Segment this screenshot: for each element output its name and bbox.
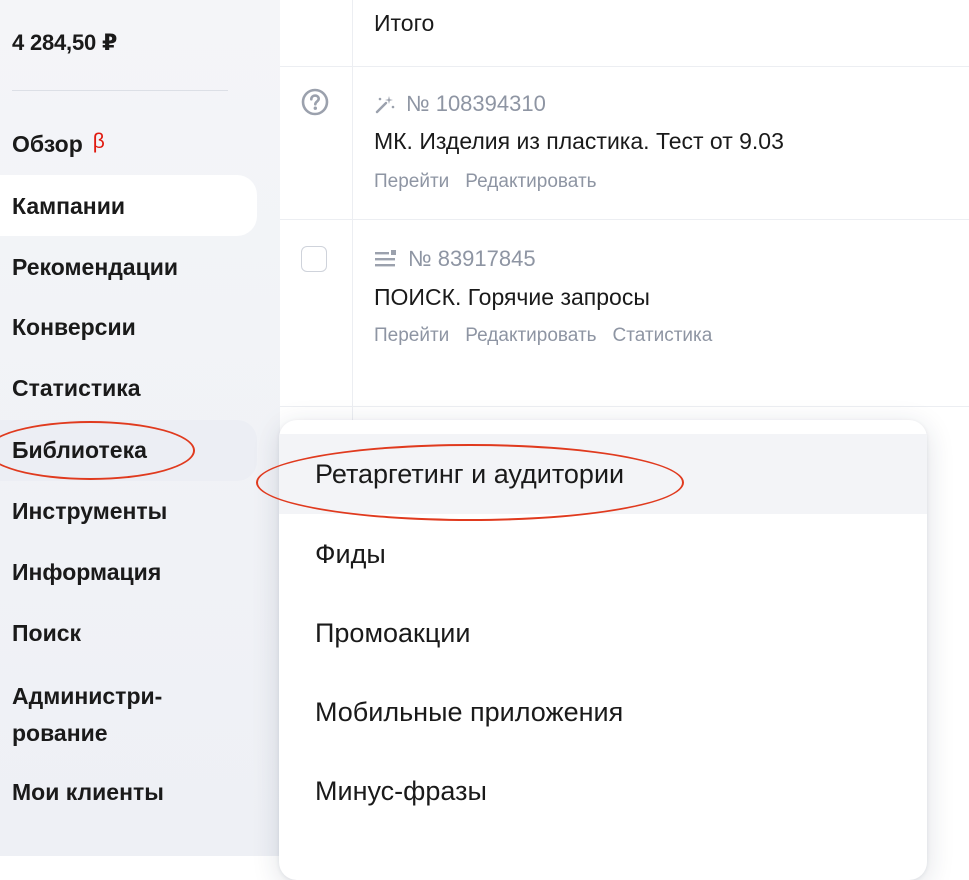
question-circle-icon[interactable] bbox=[301, 88, 329, 116]
sidebar-item-label: Мои клиенты bbox=[12, 779, 164, 805]
sidebar-item-label: рование bbox=[12, 720, 108, 746]
sidebar-divider bbox=[12, 90, 228, 91]
sidebar-item-label: Инструменты bbox=[12, 498, 168, 524]
campaign-number-text: № 83917845 bbox=[408, 246, 536, 271]
sidebar-item-library[interactable]: Библиотека bbox=[12, 435, 147, 465]
campaign-name[interactable]: МК. Изделия из пластика. Тест от 9.03 bbox=[374, 128, 784, 155]
sidebar-item-overview[interactable]: Обзор β bbox=[12, 129, 105, 161]
sidebar-item-statistics[interactable]: Статистика bbox=[12, 373, 141, 403]
sidebar-item-label: Кампании bbox=[12, 193, 125, 219]
sidebar-item-campaigns[interactable]: Кампании bbox=[12, 191, 125, 221]
sidebar-item-label: Администри- bbox=[12, 683, 163, 709]
account-balance: 4 284,50 ₽ bbox=[12, 30, 118, 55]
library-dropdown-menu: Ретаргетинг и аудитории Фиды Промоакции … bbox=[279, 420, 927, 880]
campaign-actions: Перейти Редактировать Статистика bbox=[374, 325, 712, 347]
sidebar-item-conversions[interactable]: Конверсии bbox=[12, 312, 136, 342]
menu-item-retargeting[interactable]: Ретаргетинг и аудитории bbox=[279, 434, 927, 514]
go-to-link[interactable]: Перейти bbox=[374, 325, 449, 347]
menu-item-mobile-apps[interactable]: Мобильные приложения bbox=[279, 672, 927, 752]
go-to-link[interactable]: Перейти bbox=[374, 171, 449, 193]
sidebar-item-label: Библиотека bbox=[12, 437, 147, 463]
sidebar-item-label: Обзор bbox=[12, 131, 83, 157]
statistics-link[interactable]: Статистика bbox=[613, 325, 713, 347]
sidebar-item-tools[interactable]: Инструменты bbox=[12, 496, 167, 526]
edit-link[interactable]: Редактировать bbox=[465, 325, 596, 347]
sidebar-item-label: Статистика bbox=[12, 375, 141, 401]
sidebar-item-label: Поиск bbox=[12, 620, 82, 646]
menu-item-feeds[interactable]: Фиды bbox=[279, 514, 927, 594]
sidebar-item-administration[interactable]: Администри- рование bbox=[12, 678, 162, 752]
sidebar-item-information[interactable]: Информация bbox=[12, 557, 161, 587]
campaign-actions: Перейти Редактировать bbox=[374, 171, 597, 193]
row-divider bbox=[280, 66, 969, 67]
sidebar-item-my-clients[interactable]: Мои клиенты bbox=[12, 777, 164, 807]
beta-badge: β bbox=[92, 130, 105, 153]
total-row-label: Итого bbox=[374, 10, 435, 36]
row-divider bbox=[280, 406, 969, 407]
campaign-number: № 108394310 bbox=[374, 91, 546, 117]
campaign-number: № 83917845 bbox=[374, 246, 536, 272]
sidebar-item-label: Информация bbox=[12, 559, 162, 585]
campaign-name[interactable]: ПОИСК. Горячие запросы bbox=[374, 284, 650, 311]
sidebar-item-label: Рекомендации bbox=[12, 254, 179, 280]
campaign-number-text: № 108394310 bbox=[406, 91, 546, 116]
sidebar: 4 284,50 ₽ Обзор β Кампании Рекомендации … bbox=[0, 0, 280, 856]
menu-item-promotions[interactable]: Промоакции bbox=[279, 593, 927, 673]
text-ad-icon bbox=[375, 250, 396, 267]
sidebar-item-label: Конверсии bbox=[12, 314, 136, 340]
edit-link[interactable]: Редактировать bbox=[465, 171, 596, 193]
sidebar-item-search[interactable]: Поиск bbox=[12, 618, 81, 648]
sidebar-item-recommendations[interactable]: Рекомендации bbox=[12, 252, 178, 282]
menu-item-negative-keywords[interactable]: Минус-фразы bbox=[279, 751, 927, 831]
row-divider bbox=[280, 219, 969, 220]
magic-wand-icon bbox=[375, 96, 395, 114]
row-checkbox[interactable] bbox=[301, 246, 327, 272]
